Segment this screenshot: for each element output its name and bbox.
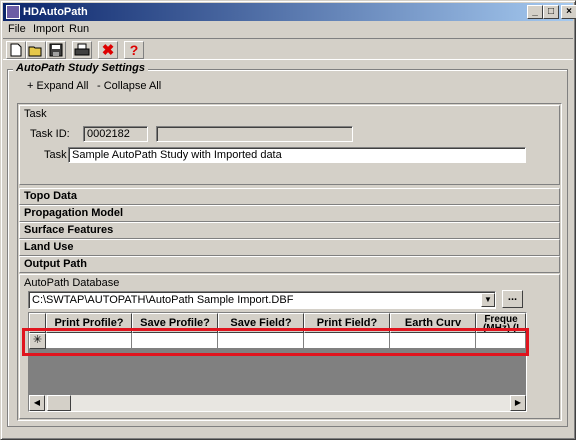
open-folder-icon [28, 46, 42, 56]
surface-features-header[interactable]: Surface Features [24, 224, 113, 236]
browse-button[interactable]: ... [502, 290, 523, 308]
new-file-icon [10, 43, 22, 57]
output-path-header[interactable]: Output Path [24, 258, 87, 270]
collapse-all-link[interactable]: - Collapse All [97, 80, 161, 92]
task-id-field[interactable]: 0002182 [83, 126, 148, 142]
data-grid: Print Profile? Save Profile? Save Field?… [28, 312, 527, 412]
task-section [19, 105, 560, 185]
column-header[interactable]: Freque (MHz) (I [476, 313, 526, 333]
task-description-field[interactable]: Sample AutoPath Study with Imported data [68, 147, 526, 163]
horizontal-scrollbar[interactable]: ◀ ▶ [29, 395, 526, 411]
grid-cell[interactable] [476, 333, 526, 349]
output-path-section[interactable] [19, 256, 560, 273]
delete-icon: ✖ [101, 42, 115, 59]
grid-cell[interactable] [304, 333, 390, 349]
save-button[interactable] [46, 41, 66, 59]
print-button[interactable] [72, 41, 92, 59]
delete-button[interactable]: ✖ [98, 41, 118, 59]
propagation-model-header[interactable]: Propagation Model [24, 207, 123, 219]
column-header[interactable]: Earth Curv [390, 313, 476, 333]
help-icon: ? [129, 42, 139, 58]
toolbar: ✖ ? [3, 38, 573, 60]
column-header[interactable]: Print Field? [304, 313, 390, 333]
new-row-indicator[interactable]: ✳ [29, 333, 46, 349]
app-window: HDAutoPath _ □ × File Import Run ✖ ? Aut… [0, 0, 576, 440]
title-bar[interactable]: HDAutoPath _ □ × [3, 3, 576, 21]
combo-dropdown-arrow[interactable]: ▼ [481, 293, 495, 307]
land-use-header[interactable]: Land Use [24, 241, 74, 253]
task-id-label: Task ID: [30, 128, 70, 140]
column-header[interactable]: Save Field? [218, 313, 304, 333]
menu-import[interactable]: Import [33, 23, 64, 35]
task-label: Task [44, 149, 67, 161]
window-title: HDAutoPath [23, 6, 88, 18]
print-icon [74, 43, 90, 56]
column-header[interactable]: Save Profile? [132, 313, 218, 333]
column-header[interactable]: Print Profile? [46, 313, 132, 333]
scroll-thumb[interactable] [47, 395, 71, 411]
grid-cell[interactable] [46, 333, 132, 349]
grid-cell[interactable] [132, 333, 218, 349]
database-path-combo[interactable]: C:\SWTAP\AUTOPATH\AutoPath Sample Import… [28, 291, 496, 309]
menu-bar: File Import Run [3, 22, 573, 38]
menu-run[interactable]: Run [69, 23, 89, 35]
land-use-section[interactable] [19, 239, 560, 256]
scroll-right-button[interactable]: ▶ [510, 395, 526, 411]
maximize-button[interactable]: □ [543, 5, 559, 19]
save-icon [49, 43, 63, 57]
grid-cell[interactable] [390, 333, 476, 349]
close-button[interactable]: × [561, 5, 576, 19]
task-section-header[interactable]: Task [24, 108, 47, 120]
help-button[interactable]: ? [124, 41, 144, 59]
task-id-extra-field[interactable] [156, 126, 353, 142]
app-icon [6, 5, 20, 19]
open-button[interactable] [26, 41, 46, 59]
minimize-button[interactable]: _ [527, 5, 543, 19]
grid-cell[interactable] [218, 333, 304, 349]
expand-all-link[interactable]: + Expand All [27, 80, 88, 92]
group-title: AutoPath Study Settings [13, 62, 148, 74]
topo-data-section[interactable] [19, 188, 560, 205]
menu-file[interactable]: File [8, 23, 26, 35]
database-label: AutoPath Database [24, 277, 120, 289]
scroll-left-button[interactable]: ◀ [29, 395, 45, 411]
topo-data-header[interactable]: Topo Data [24, 190, 77, 202]
row-header-corner [29, 313, 46, 333]
new-file-button[interactable] [6, 41, 26, 59]
